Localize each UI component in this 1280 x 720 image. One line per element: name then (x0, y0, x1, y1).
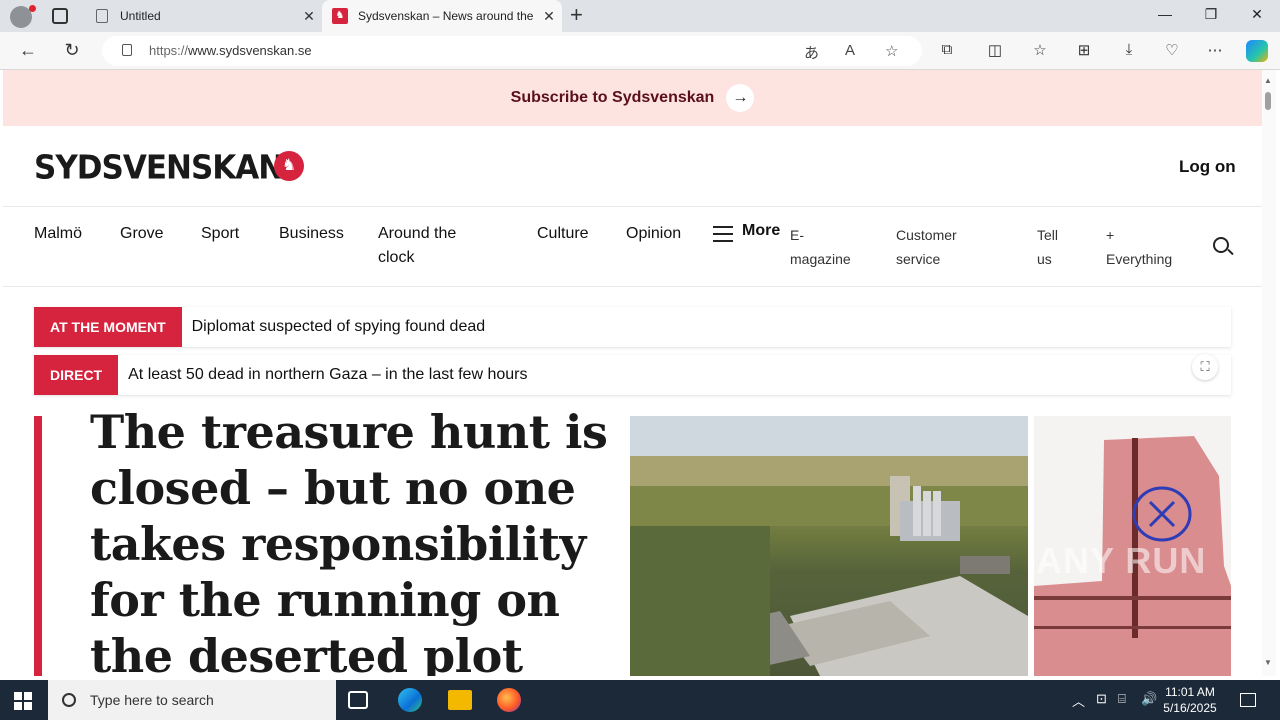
watermark: ANY RUN (1036, 540, 1207, 581)
nav-malmo[interactable]: Malmö (34, 222, 82, 246)
favorite-star-icon[interactable]: ☆ (885, 42, 898, 60)
nav-label: clock (378, 249, 415, 266)
close-tab-icon[interactable]: ✕ (536, 8, 562, 25)
clock-time: 11:01 AM (1165, 685, 1215, 699)
site-logo[interactable]: SYDSVENSKAN (34, 149, 284, 187)
aerial-photo[interactable] (630, 416, 1028, 676)
volume-icon[interactable]: 🔊 (1141, 691, 1157, 707)
scrollbar[interactable] (1262, 70, 1276, 676)
show-hidden-icons[interactable]: ︿ (1072, 691, 1085, 710)
network-icon[interactable]: ⊡ (1096, 691, 1107, 707)
tab-actions-icon[interactable] (52, 8, 68, 24)
search-icon[interactable] (1213, 237, 1229, 253)
subscribe-link[interactable]: Subscribe to Sydsvenskan (511, 89, 715, 107)
nav-label: us (1037, 251, 1052, 267)
login-link[interactable]: Log on (1179, 157, 1236, 177)
taskbar-search-box[interactable]: Type here to search (48, 680, 336, 720)
scrollbar-thumb[interactable] (1265, 92, 1271, 110)
nav-e-magazine[interactable]: E- magazine (790, 223, 851, 271)
downloads-icon[interactable]: ⤓ (1118, 41, 1140, 58)
close-tab-icon[interactable]: ✕ (296, 8, 322, 25)
extensions-icon[interactable]: ⧉ (936, 41, 958, 58)
tab-title: Sydsvenskan – News around the (358, 9, 534, 23)
tab-title: Untitled (120, 9, 161, 23)
url-text[interactable]: https://www.sydsvenskan.se (149, 43, 312, 58)
aerial-photo-art (630, 416, 1028, 676)
file-explorer-icon[interactable] (448, 690, 472, 710)
notification-dot (29, 5, 36, 12)
nav-business[interactable]: Business (279, 222, 344, 246)
settings-more-icon[interactable]: ⋯ (1204, 41, 1226, 59)
arrow-right-icon[interactable]: → (726, 84, 755, 112)
scroll-up-icon[interactable]: ▲ (1264, 76, 1272, 85)
griffin-logo-icon[interactable]: ♞ (274, 151, 304, 181)
address-field[interactable]: https://www.sydsvenskan.se あ A ☆ (102, 36, 922, 66)
back-button[interactable]: ← (16, 40, 40, 61)
nav-culture[interactable]: Culture (537, 222, 589, 246)
restore-button[interactable]: ❐ (1196, 6, 1226, 23)
tab-untitled[interactable]: Untitled ✕ (84, 0, 322, 32)
nav-label: Around the (378, 225, 457, 242)
split-screen-icon[interactable]: ◫ (984, 41, 1006, 59)
windows-start-icon[interactable] (14, 692, 32, 710)
nav-customer-service[interactable]: Customer service (896, 223, 957, 271)
edge-browser-icon[interactable] (398, 688, 422, 712)
divider (3, 286, 1262, 287)
nav-more[interactable]: More (742, 222, 780, 240)
minimize-button[interactable]: — (1150, 6, 1180, 22)
favorites-icon[interactable]: ☆ (1029, 41, 1051, 59)
translate-icon[interactable]: あ (804, 42, 819, 63)
system-clock[interactable]: 11:01 AM 5/16/2025 (1160, 684, 1220, 716)
ticker-direct[interactable]: DIRECT At least 50 dead in northern Gaza… (34, 355, 1231, 395)
windows-taskbar: Type here to search ︿ ⊡ ⌸ 🔊 11:01 AM 5/1… (0, 680, 1280, 720)
main-headline[interactable]: The treasure hunt is closed – but no one… (90, 404, 620, 676)
ticker-at-the-moment[interactable]: AT THE MOMENT Diplomat suspected of spyi… (34, 307, 1231, 347)
sydsvenskan-favicon: ♞ (332, 8, 348, 24)
ticker-headline[interactable]: Diplomat suspected of spying found dead (192, 318, 486, 336)
nav-label: Everything (1106, 251, 1173, 267)
web-page: Subscribe to Sydsvenskan → SYDSVENSKAN ♞… (3, 70, 1262, 676)
browser-tab-bar: Untitled ✕ ♞ Sydsvenskan – News around t… (0, 0, 1280, 32)
close-window-button[interactable]: ✕ (1242, 6, 1272, 23)
lock-icon[interactable] (122, 44, 132, 56)
expand-image-icon[interactable]: ⛶ (1192, 354, 1218, 380)
read-aloud-icon[interactable]: A (845, 42, 855, 59)
browser-essentials-icon[interactable]: ♡ (1161, 41, 1183, 59)
new-tab-button[interactable]: + (570, 4, 590, 28)
subscribe-banner[interactable]: Subscribe to Sydsvenskan → (3, 70, 1262, 126)
nav-label: E- (790, 227, 804, 243)
wifi-icon[interactable]: ⌸ (1118, 691, 1126, 707)
ticker-label: AT THE MOMENT (34, 307, 182, 347)
nav-everything[interactable]: + Everything (1106, 223, 1172, 271)
task-view-icon[interactable] (348, 691, 368, 709)
hamburger-menu-icon[interactable] (713, 226, 733, 242)
nav-opinion[interactable]: Opinion (626, 222, 681, 246)
divider (3, 206, 1262, 207)
nav-around-the-clock[interactable]: Around the clock (378, 222, 456, 270)
ticker-label: DIRECT (34, 355, 119, 395)
nav-label: magazine (790, 251, 851, 267)
collections-icon[interactable]: ⊞ (1073, 41, 1095, 59)
firefox-icon[interactable] (497, 688, 521, 712)
address-toolbar: ← ↻ https://www.sydsvenskan.se あ A ☆ ⧉ ◫… (0, 32, 1280, 70)
nav-label: Customer (896, 227, 957, 243)
nav-grove[interactable]: Grove (120, 222, 164, 246)
ticker-headline[interactable]: At least 50 dead in northern Gaza – in t… (128, 366, 527, 384)
page-icon (96, 9, 108, 23)
nav-label: service (896, 251, 941, 267)
scroll-down-icon[interactable]: ▼ (1264, 658, 1272, 667)
nav-label: + (1106, 227, 1115, 243)
headline-accent-bar (34, 416, 42, 676)
refresh-button[interactable]: ↻ (60, 40, 84, 61)
clock-date: 5/16/2025 (1163, 701, 1217, 715)
nav-tell-us[interactable]: Tell us (1037, 223, 1058, 271)
copilot-icon[interactable] (1246, 40, 1268, 62)
notification-center-icon[interactable] (1240, 693, 1256, 707)
search-placeholder: Type here to search (90, 692, 214, 708)
search-icon (62, 693, 76, 707)
nav-sport[interactable]: Sport (201, 222, 239, 246)
tab-sydsvenskan[interactable]: ♞ Sydsvenskan – News around the ✕ (322, 0, 562, 32)
nav-label: Tell (1037, 227, 1059, 243)
